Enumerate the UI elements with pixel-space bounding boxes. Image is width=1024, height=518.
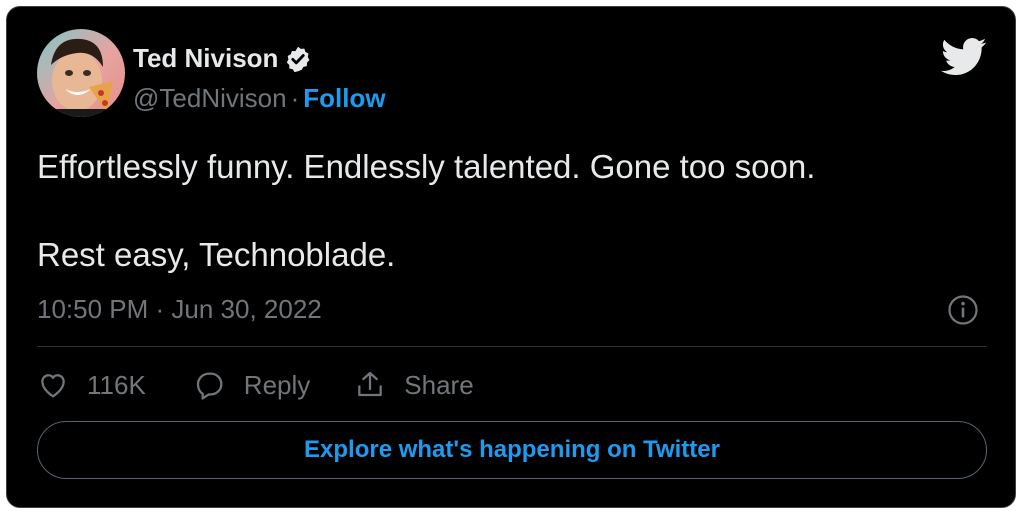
share-icon bbox=[358, 371, 383, 397]
avatar[interactable] bbox=[37, 29, 125, 117]
share-label: Share bbox=[404, 369, 474, 400]
author-display-name[interactable]: Ted Nivison bbox=[133, 43, 278, 74]
author-name[interactable]: Ted Nivison bbox=[133, 43, 312, 74]
follow-button[interactable]: Follow bbox=[303, 83, 385, 113]
reply-label: Reply bbox=[243, 369, 311, 400]
twitter-bird-icon[interactable] bbox=[941, 37, 987, 77]
heart-icon bbox=[41, 374, 65, 398]
handle-row: @TedNivison · Follow bbox=[133, 83, 386, 114]
tweet-line: Rest easy, Technoblade. bbox=[37, 236, 396, 273]
divider bbox=[37, 346, 987, 347]
action-bar: 116K Reply Share bbox=[37, 365, 474, 405]
author-handle[interactable]: @TedNivison bbox=[133, 83, 287, 113]
tweet-timestamp[interactable]: 10:50 PM · Jun 30, 2022 bbox=[37, 294, 322, 325]
verified-badge-icon bbox=[284, 45, 312, 73]
info-icon[interactable] bbox=[947, 294, 979, 326]
like-button[interactable]: 116K bbox=[37, 369, 146, 401]
reply-bubble-icon bbox=[196, 372, 223, 400]
reply-button[interactable]: Reply bbox=[194, 369, 310, 401]
tweet-line: Effortlessly funny. Endlessly talented. … bbox=[37, 148, 816, 185]
handle-separator: · bbox=[290, 83, 300, 113]
like-count: 116K bbox=[87, 369, 146, 400]
explore-button[interactable]: Explore what's happening on Twitter bbox=[37, 421, 987, 479]
share-button[interactable]: Share bbox=[354, 369, 474, 401]
tweet-text: Effortlessly funny. Endlessly talented. … bbox=[37, 145, 977, 277]
tweet-card: Ted Nivison @TedNivison · Follow Effortles… bbox=[6, 6, 1016, 508]
